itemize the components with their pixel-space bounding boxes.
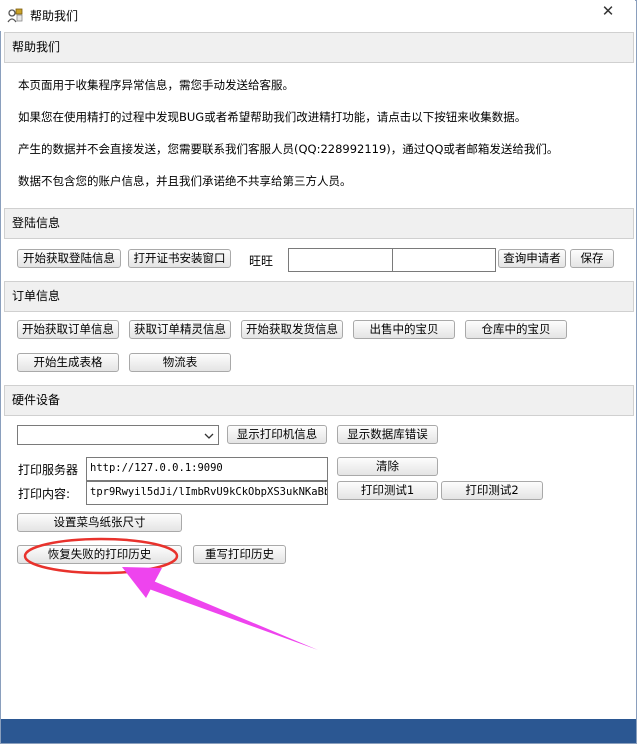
- query-applicant-button[interactable]: 查询申请者: [498, 249, 566, 268]
- generate-table-button[interactable]: 开始生成表格: [17, 353, 119, 372]
- print-server-label: 打印服务器: [18, 463, 79, 477]
- chevron-down-icon: [204, 433, 214, 439]
- print-test-2-button[interactable]: 打印测试2: [441, 481, 543, 500]
- print-server-input[interactable]: http://127.0.0.1:9090: [86, 457, 328, 481]
- on-sale-items-button[interactable]: 出售中的宝贝: [353, 320, 455, 339]
- clear-button[interactable]: 清除: [337, 457, 438, 476]
- print-content-input[interactable]: tpr9Rwyil5dJi/lImbRvU9kCkObpXS3ukNKaBbmb: [86, 481, 328, 505]
- help-section-header: 帮助我们: [4, 32, 634, 63]
- open-cert-window-button[interactable]: 打开证书安装窗口: [128, 249, 231, 268]
- show-printer-info-button[interactable]: 显示打印机信息: [227, 425, 327, 444]
- wangwang-input-2[interactable]: [392, 248, 496, 272]
- rewrite-print-history-button[interactable]: 重写打印历史: [193, 545, 286, 564]
- printer-select[interactable]: [17, 425, 219, 445]
- get-shipping-info-button[interactable]: 开始获取发货信息: [241, 320, 343, 339]
- print-content-label: 打印内容:: [18, 487, 71, 501]
- set-cainiao-paper-size-button[interactable]: 设置菜鸟纸张尺寸: [17, 513, 182, 532]
- login-section-header: 登陆信息: [4, 208, 634, 239]
- get-login-info-button[interactable]: 开始获取登陆信息: [17, 249, 121, 268]
- show-db-error-button[interactable]: 显示数据库错误: [337, 425, 438, 444]
- window-title: 帮助我们: [30, 9, 79, 23]
- wangwang-label: 旺旺: [249, 254, 274, 268]
- help-line-4: 数据不包含您的账户信息，并且我们承诺绝不共享给第三方人员。: [18, 174, 352, 188]
- hardware-section-header: 硬件设备: [4, 385, 634, 416]
- restore-failed-print-history-button[interactable]: 恢复失败的打印历史: [17, 545, 182, 564]
- help-line-3: 产生的数据并不会直接发送，您需要联系我们客服人员(QQ:228992119)，通…: [18, 142, 559, 156]
- in-stock-items-button[interactable]: 仓库中的宝贝: [465, 320, 567, 339]
- help-line-2: 如果您在使用精打的过程中发现BUG或者希望帮助我们改进精打功能，请点击以下按钮来…: [18, 110, 527, 124]
- status-bar: [1, 719, 636, 743]
- title-bar: 帮助我们 ✕: [0, 0, 635, 31]
- print-test-1-button[interactable]: 打印测试1: [337, 481, 438, 500]
- help-line-1: 本页面用于收集程序异常信息，需您手动发送给客服。: [18, 78, 294, 92]
- get-order-info-button[interactable]: 开始获取订单信息: [17, 320, 119, 339]
- get-order-wizard-button[interactable]: 获取订单精灵信息: [129, 320, 231, 339]
- close-icon[interactable]: ✕: [588, 1, 628, 21]
- app-icon: [7, 8, 23, 23]
- order-section-header: 订单信息: [4, 281, 634, 312]
- save-button[interactable]: 保存: [570, 249, 614, 268]
- logistics-table-button[interactable]: 物流表: [129, 353, 231, 372]
- wangwang-input[interactable]: [288, 248, 393, 272]
